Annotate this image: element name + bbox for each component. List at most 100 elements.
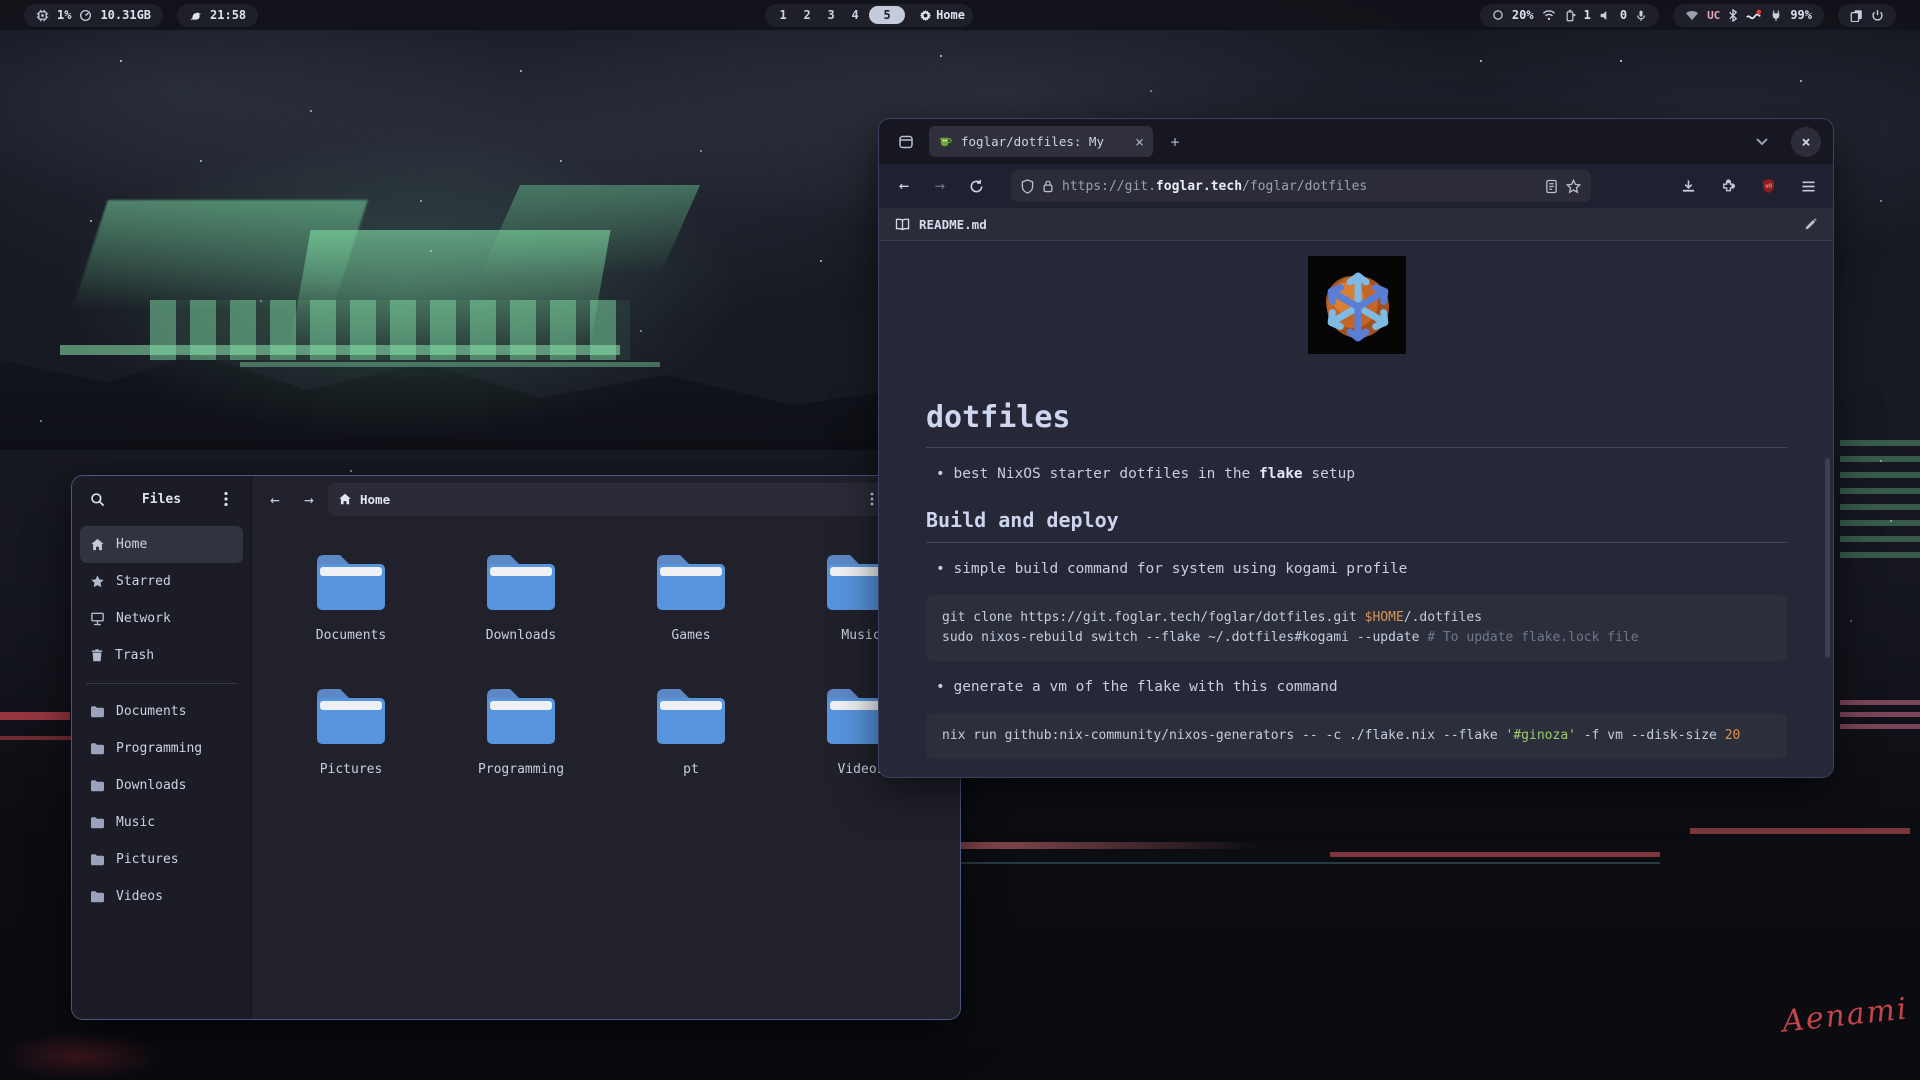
extensions-button[interactable]: [1713, 171, 1743, 201]
nav-forward-button[interactable]: →: [925, 171, 955, 201]
clock: 21:58: [210, 8, 246, 22]
sidebar-item-pictures[interactable]: Pictures: [80, 841, 243, 878]
trash-icon: [90, 648, 104, 663]
volume-level: 0: [1620, 8, 1627, 22]
reload-button[interactable]: [961, 171, 991, 201]
code-line: sudo nixos-rebuild switch --flake ~/.dot…: [942, 628, 1771, 648]
topbar-center: 1 2 3 4 5 Home: [765, 4, 973, 27]
readme-title: dotfiles: [926, 400, 1787, 448]
readme-bullet-3: generate a vm of the flake with this com…: [936, 679, 1787, 695]
folder-tile-downloads[interactable]: Downloads: [446, 550, 596, 684]
workspace-5-active[interactable]: 5: [869, 6, 905, 24]
sidebar-item-starred[interactable]: Starred: [80, 563, 243, 600]
back-button[interactable]: ←: [260, 484, 290, 514]
app-menu-button[interactable]: [1793, 171, 1823, 201]
workspace-4[interactable]: 4: [845, 8, 865, 22]
folder-icon: [90, 742, 105, 755]
workspace-3[interactable]: 3: [821, 8, 841, 22]
nav-back-button[interactable]: ←: [889, 171, 919, 201]
tray-wifi-icon[interactable]: [1685, 9, 1699, 21]
readme-list-1: best NixOS starter dotfiles in the flake…: [936, 466, 1787, 482]
sidebar-item-music[interactable]: Music: [80, 804, 243, 841]
sidebar-item-programming[interactable]: Programming: [80, 730, 243, 767]
tab-close-button[interactable]: ×: [1135, 133, 1144, 151]
downloads-button[interactable]: [1673, 171, 1703, 201]
code-block-vm: nix run github:nix-community/nixos-gener…: [926, 713, 1787, 759]
folder-tile-pictures[interactable]: Pictures: [276, 684, 426, 818]
new-tab-button[interactable]: +: [1161, 128, 1189, 156]
bookmark-star-icon[interactable]: [1566, 179, 1581, 194]
folder-icon: [90, 705, 105, 718]
power-pill: [1838, 4, 1896, 27]
sidebar-item-trash[interactable]: Trash: [80, 637, 243, 674]
files-window: Files Home Starred Network: [71, 475, 961, 1020]
tray-uc-icon[interactable]: UC: [1707, 9, 1720, 22]
power-icon[interactable]: [1871, 9, 1884, 22]
network-icon: [90, 611, 105, 626]
nixos-mars-logo: [1308, 256, 1406, 354]
folder-tile-pt[interactable]: pt: [616, 684, 766, 818]
readme-edit-button[interactable]: [1804, 218, 1817, 231]
code-line: nix run github:nix-community/nixos-gener…: [942, 726, 1771, 746]
brightness-level: 20%: [1512, 8, 1534, 22]
folder-icon: [483, 550, 559, 614]
folder-icon: [483, 684, 559, 748]
keyboard-battery-level: 1: [1584, 8, 1591, 22]
readme-list-2: simple build command for system using ko…: [936, 561, 1787, 577]
sidebar-item-documents[interactable]: Documents: [80, 693, 243, 730]
sidebar-item-home[interactable]: Home: [80, 526, 243, 563]
folder-icon: [653, 684, 729, 748]
workspace-2[interactable]: 2: [797, 8, 817, 22]
tray-pill: UC 99%: [1673, 4, 1824, 27]
ublock-origin-button[interactable]: uO: [1753, 171, 1783, 201]
brightness-icon: [1492, 9, 1504, 21]
top-bar: 1% 10.31GB 21:58 1 2 3 4 5: [0, 0, 1920, 30]
folder-tile-programming[interactable]: Programming: [446, 684, 596, 818]
svg-text:uO: uO: [1765, 184, 1772, 190]
pathbar[interactable]: Home: [328, 483, 884, 516]
speaker-icon: [1599, 9, 1612, 22]
files-sidebar: Files Home Starred Network: [72, 476, 252, 1019]
firefox-window: foglar/dotfiles: My × + × ← → https://gi…: [878, 118, 1834, 778]
sidebar-divider: [86, 683, 237, 684]
window-close-button[interactable]: ×: [1791, 127, 1821, 157]
list-tabs-chevron-icon[interactable]: [1755, 137, 1769, 146]
browser-tab[interactable]: foglar/dotfiles: My ×: [929, 126, 1153, 157]
folder-tile-games[interactable]: Games: [616, 550, 766, 684]
forward-button[interactable]: →: [294, 484, 324, 514]
pathbar-menu-button[interactable]: [870, 492, 874, 506]
folder-icon: [90, 853, 105, 866]
hamburger-menu-icon: [1801, 180, 1816, 193]
firefox-view-button[interactable]: [891, 127, 921, 157]
files-search-button[interactable]: [82, 484, 112, 514]
mode-label[interactable]: Home: [936, 8, 965, 22]
navbar-actions: uO: [1673, 171, 1823, 201]
files-toolbar: ← → Home: [252, 476, 960, 522]
code-line: git clone https://git.foglar.tech/foglar…: [942, 608, 1771, 628]
battery-level: 99%: [1790, 8, 1812, 22]
home-icon: [338, 492, 352, 506]
folder-tile-documents[interactable]: Documents: [276, 550, 426, 684]
puzzle-icon: [1721, 179, 1736, 194]
clipboard-icon[interactable]: [1850, 9, 1863, 22]
reader-mode-icon[interactable]: [1545, 179, 1558, 194]
tab-title: foglar/dotfiles: My: [961, 134, 1127, 149]
ublock-shield-icon: uO: [1761, 178, 1776, 194]
power-plug-icon: [1770, 9, 1782, 22]
topbar-right: 20% 1 0 UC: [1480, 4, 1896, 27]
sidebar-item-downloads[interactable]: Downloads: [80, 767, 243, 804]
shield-icon[interactable]: [1021, 179, 1034, 194]
bluetooth-icon[interactable]: [1728, 9, 1738, 22]
url-bar[interactable]: https://git.foglar.tech/foglar/dotfiles: [1011, 170, 1591, 202]
content-scrollbar[interactable]: [1825, 458, 1830, 658]
sidebar-item-network[interactable]: Network: [80, 600, 243, 637]
files-app-title: Files: [118, 492, 205, 507]
readme-bullet-2: simple build command for system using ko…: [936, 561, 1787, 577]
sidebar-item-videos[interactable]: Videos: [80, 878, 243, 915]
files-sidebar-menu-button[interactable]: [211, 484, 241, 514]
readme-header: README.md: [879, 208, 1833, 241]
lock-icon[interactable]: [1042, 179, 1054, 193]
workspace-1[interactable]: 1: [773, 8, 793, 22]
wave-notification-icon[interactable]: [1746, 9, 1762, 22]
readme-list-3: generate a vm of the flake with this com…: [936, 679, 1787, 695]
